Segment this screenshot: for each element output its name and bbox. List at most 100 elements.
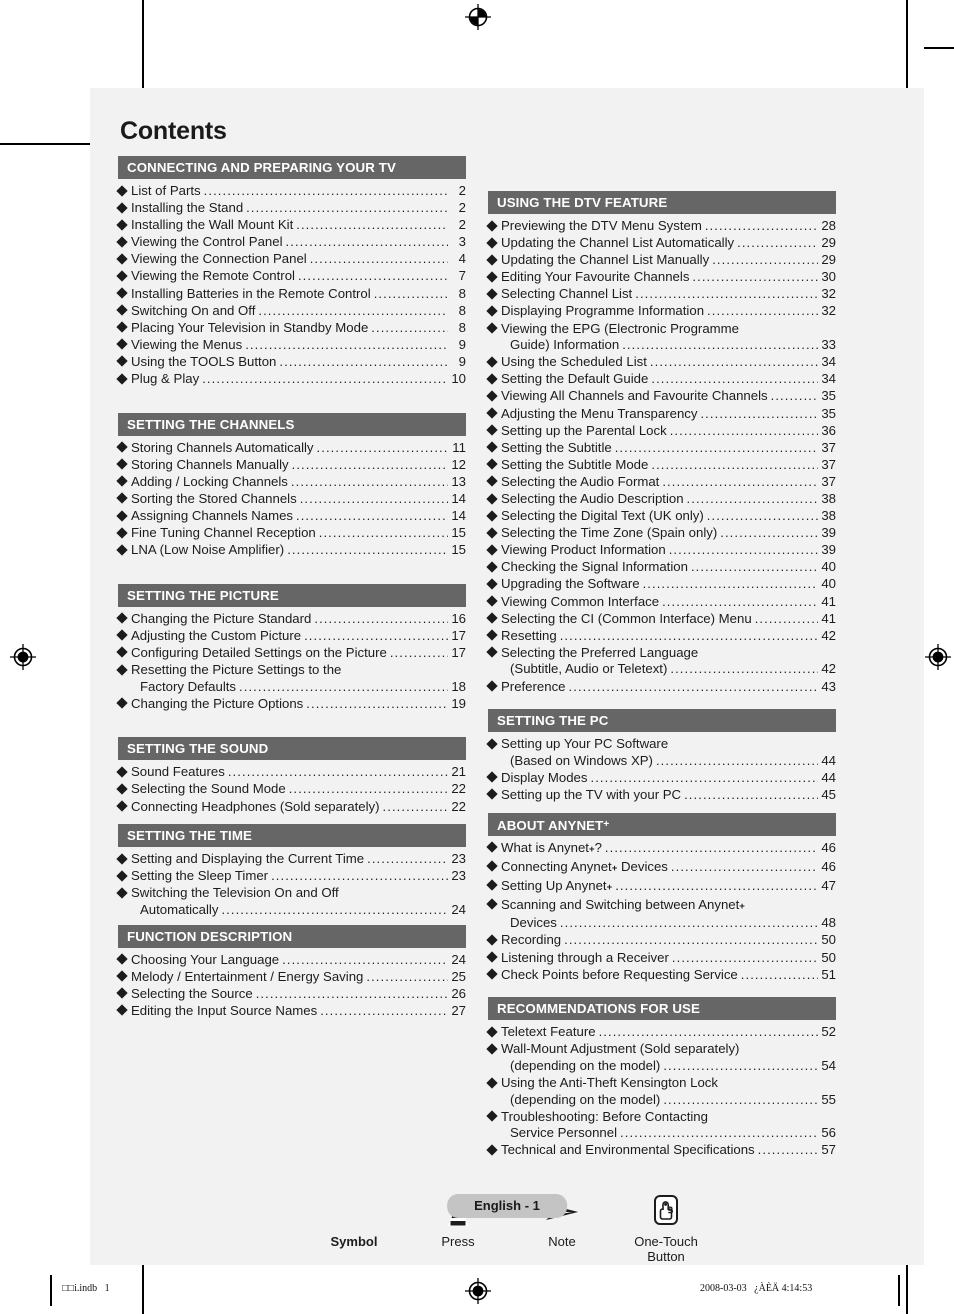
toc-entry[interactable]: Sound Features..........................… [116,764,466,781]
toc-entry[interactable]: Wall-Mount Adjustment (Sold separately)(… [486,1041,836,1074]
toc-entry[interactable]: Switching the Television On and Off Autom… [116,885,466,918]
crop-mark-top-left [142,0,144,88]
toc-entry[interactable]: Setting the Subtitle....................… [486,440,836,457]
dot-leader: ........................................… [692,269,818,285]
toc-entry[interactable]: Selecting the Audio Format..............… [486,474,836,491]
toc-entry[interactable]: Plug & Play.............................… [116,371,466,388]
toc-entry[interactable]: Technical and Environmental Specificatio… [486,1142,836,1159]
toc-entry[interactable]: Selecting the Source....................… [116,986,466,1003]
toc-entry[interactable]: Storing Channels Manually...............… [116,457,466,474]
toc-entry[interactable]: Viewing the Menus.......................… [116,337,466,354]
toc-page-number: 13 [451,473,466,489]
toc-entry[interactable]: What is Anynet +?........................… [486,840,836,859]
toc-entry[interactable]: Viewing All Channels and Favourite Chann… [486,388,836,405]
diamond-bullet-icon [486,254,498,266]
diamond-bullet-icon [486,968,498,980]
diamond-bullet-icon [486,288,498,300]
toc-entry[interactable]: Setting the Sleep Timer.................… [116,868,466,885]
toc-entry[interactable]: Placing Your Television in Standby Mode.… [116,320,466,337]
toc-entry[interactable]: List of Parts...........................… [116,183,466,200]
toc-entry[interactable]: Listening through a Receiver............… [486,950,836,967]
toc-entry[interactable]: Selecting the Audio Description.........… [486,491,836,508]
toc-entry[interactable]: Selecting the Preferred Language (Subtitl… [486,645,836,678]
toc-page-number: 18 [451,678,466,694]
toc-entry[interactable]: Installing the Wall Mount Kit...........… [116,217,466,234]
toc-entry[interactable]: Melody / Entertainment / Energy Saving..… [116,968,466,986]
toc-entry[interactable]: Recording...............................… [486,932,836,949]
toc-entry[interactable]: Setting the Subtitle Mode...............… [486,457,836,474]
toc-entry[interactable]: Storing Channels Automatically..........… [116,440,466,457]
section-header-superscript: + [603,818,610,830]
toc-entry[interactable]: Check Points before Requesting Service..… [486,966,836,984]
toc-entry[interactable]: Displaying Programme Information........… [486,303,836,320]
toc-entry[interactable]: Troubleshooting: Before Contacting Servic… [486,1109,836,1142]
toc-entry[interactable]: Selecting the Time Zone (Spain only)....… [486,525,836,542]
toc-entry[interactable]: Sorting the Stored Channels.............… [116,491,466,508]
toc-entry[interactable]: Upgrading the Software..................… [486,576,836,593]
toc-entry[interactable]: Setting up the Parental Lock............… [486,423,836,440]
toc-entry[interactable]: Display Modes...........................… [486,770,836,787]
toc-entry[interactable]: Setting up Your PC Software (Based on Win… [486,736,836,769]
toc-entry[interactable]: Using the TOOLS Button..................… [116,354,466,371]
toc-page-number: 25 [451,968,466,984]
toc-entry[interactable]: Selecting Channel List..................… [486,286,836,303]
toc-entry[interactable]: Updating the Channel List Automatically.… [486,235,836,252]
toc-entry[interactable]: Installing the Stand....................… [116,200,466,217]
toc-entry[interactable]: Assigning Channels Names................… [116,508,466,525]
diamond-bullet-icon [116,646,128,659]
toc-entry[interactable]: Adding / Locking Channels...............… [116,473,466,491]
section-header-label: SETTING THE TIME [127,828,252,844]
toc-entry[interactable]: Installing Batteries in the Remote Contr… [116,286,466,303]
section-header: CONNECTING AND PREPARING YOUR TV [118,156,466,179]
toc-entry[interactable]: Viewing the Control Panel...............… [116,234,466,251]
toc-entry[interactable]: Previewing the DTV Menu System..........… [486,218,836,235]
toc-entry[interactable]: Adjusting the Custom Picture............… [116,627,466,645]
section-entries: What is Anynet +?........................… [486,836,836,984]
diamond-bullet-icon [116,852,128,865]
diamond-bullet-icon [116,372,128,385]
toc-entry[interactable]: Updating the Channel List Manually......… [486,252,836,269]
diamond-bullet-icon [486,934,498,946]
toc-entry[interactable]: Resetting...............................… [486,628,836,645]
toc-entry-label: Check Points before Requesting Service [501,966,738,982]
toc-entry[interactable]: Preference..............................… [486,679,836,696]
section-entries: Changing the Picture Standard...........… [116,607,466,713]
toc-entry[interactable]: Editing Your Favourite Channels.........… [486,269,836,286]
toc-entry[interactable]: Viewing Product Information.............… [486,542,836,559]
toc-entry[interactable]: Scanning and Switching between Anynet + De… [486,897,836,932]
toc-entry[interactable]: Selecting the Sound Mode................… [116,781,466,798]
toc-entry[interactable]: Resetting the Picture Settings to the Fac… [116,662,466,695]
toc-entry[interactable]: Selecting the Digital Text (UK only)....… [486,508,836,525]
diamond-bullet-icon [486,219,498,232]
toc-entry[interactable]: Teletext Feature........................… [486,1024,836,1041]
toc-entry[interactable]: Viewing the EPG (Electronic Programme Gui… [486,321,836,354]
diamond-bullet-icon [116,458,128,470]
toc-entry[interactable]: Selecting the CI (Common Interface) Menu… [486,611,836,628]
toc-entry[interactable]: Changing the Picture Options............… [116,696,466,713]
toc-entry[interactable]: Fine Tuning Channel Reception...........… [116,525,466,542]
toc-page-number: 8 [458,302,466,318]
toc-entry[interactable]: Choosing Your Language..................… [116,952,466,969]
toc-entry[interactable]: Viewing the Connection Panel............… [116,251,466,268]
toc-entry[interactable]: Using the Anti-Theft Kensington Lock (dep… [486,1075,836,1108]
diamond-bullet-icon [486,441,498,453]
toc-entry[interactable]: Editing the Input Source Names..........… [116,1003,466,1020]
toc-entry[interactable]: LNA (Low Noise Amplifier)...............… [116,542,466,559]
toc-entry[interactable]: Checking the Signal Information.........… [486,559,836,576]
diamond-bullet-icon [116,800,128,812]
toc-entry[interactable]: Setting the Default Guide...............… [486,371,836,388]
toc-entry[interactable]: Connecting Anynet + Devices..............… [486,859,836,878]
toc-entry[interactable]: Viewing Common Interface................… [486,594,836,611]
toc-entry[interactable]: Switching On and Off....................… [116,302,466,320]
toc-entry[interactable]: Setting up the TV with your PC..........… [486,787,836,804]
toc-entry[interactable]: Setting and Displaying the Current Time.… [116,851,466,868]
toc-entry[interactable]: Viewing the Remote Control..............… [116,268,466,285]
toc-entry[interactable]: Changing the Picture Standard...........… [116,611,466,628]
toc-entry-label: LNA (Low Noise Amplifier) [131,542,285,558]
toc-entry[interactable]: Connecting Headphones (Sold separately).… [116,799,466,816]
toc-entry[interactable]: Configuring Detailed Settings on the Pic… [116,645,466,662]
toc-entry[interactable]: Using the Scheduled List................… [486,354,836,371]
toc-entry[interactable]: Setting Up Anynet +......................… [486,878,836,897]
toc-entry[interactable]: Adjusting the Menu Transparency.........… [486,406,836,423]
dot-leader: ........................................… [304,627,448,643]
